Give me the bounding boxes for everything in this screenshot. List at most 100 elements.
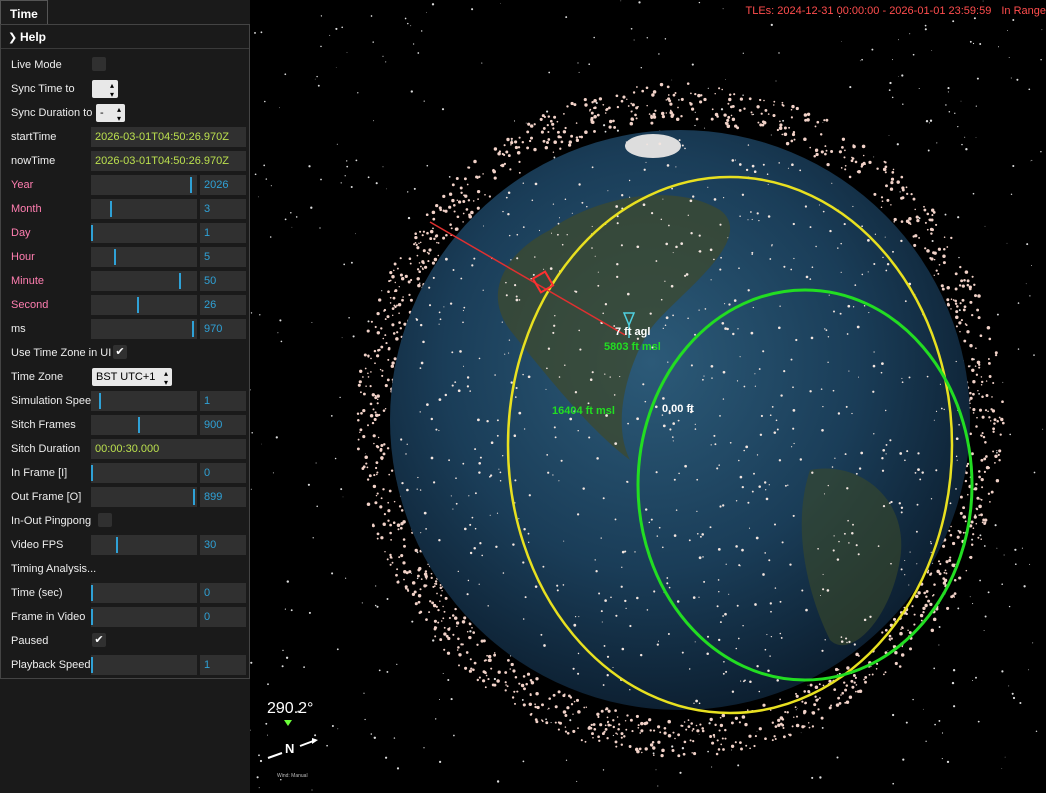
debris-point [970,543,974,546]
in-frame-slider[interactable] [91,463,197,483]
slider-knob[interactable] [91,657,93,673]
debris-point [494,653,496,656]
second-input[interactable]: 26 [200,295,246,315]
debris-point [439,600,441,602]
debris-point [613,125,617,129]
debris-point [695,117,699,121]
debris-point [627,105,630,107]
satellite-point [717,638,721,642]
slider-knob[interactable] [91,609,93,625]
sitch-frames-slider[interactable] [91,415,197,435]
debris-point [482,173,484,175]
debris-point [421,234,424,237]
month-input[interactable]: 3 [200,199,246,219]
slider-knob[interactable] [179,273,181,289]
debris-point [932,594,935,596]
satellite-point [665,316,669,320]
year-input[interactable]: 2026 [200,175,246,195]
debris-point [430,572,433,575]
day-slider[interactable] [91,223,197,243]
help-folder[interactable]: ❯ Help [1,25,249,49]
debris-point [612,119,615,123]
ms-slider[interactable] [91,319,197,339]
slider-knob[interactable] [110,201,112,217]
satellite-point [843,532,846,535]
sitch-frames-input[interactable]: 900 [200,415,246,435]
video-fps-slider[interactable] [91,535,197,555]
debris-point [636,749,640,754]
slider-knob[interactable] [193,489,195,505]
satellite-point [582,487,585,490]
debris-point [687,719,690,721]
video-fps-input[interactable]: 30 [200,535,246,555]
slider-knob[interactable] [137,297,139,313]
slider-knob[interactable] [91,465,93,481]
slider-knob[interactable] [99,393,101,409]
debris-point [418,262,421,264]
time-sec-slider[interactable] [91,583,197,603]
slider-knob[interactable] [138,417,140,433]
slider-knob[interactable] [114,249,116,265]
satellite-point [890,500,893,504]
slider-knob[interactable] [192,321,194,337]
satellite-point [522,373,524,376]
second-slider[interactable] [91,295,197,315]
frame-in-video-input[interactable]: 0 [200,607,246,627]
debris-point [443,610,446,613]
now-time-input[interactable]: 2026-03-01T04:50:26.970Z [91,151,246,171]
in-frame-input[interactable]: 0 [200,463,246,483]
debris-point [443,626,446,629]
simulation-speed-slider[interactable] [91,391,197,411]
in-out-pingpong-checkbox[interactable] [98,513,112,527]
start-time-input[interactable]: 2026-03-01T04:50:26.970Z [91,127,246,147]
use-time-zone-checkbox[interactable]: ✔ [113,345,127,359]
satellite-point [881,362,884,365]
slider-knob[interactable] [91,585,93,601]
debris-point [994,462,996,464]
row-timing-analysis[interactable]: Timing Analysis... [1,557,249,581]
satellite-point [822,588,825,591]
debris-point [975,347,977,350]
slider-knob[interactable] [116,537,118,553]
satellite-point [908,376,911,379]
time-zone-select[interactable]: BST UTC+1 ▴ ▾ [92,368,172,387]
paused-checkbox[interactable]: ✔ [92,633,106,647]
satellite-point [702,378,704,381]
day-input[interactable]: 1 [200,223,246,243]
debris-point [965,569,968,572]
debris-point [374,362,376,365]
satellite-point [694,641,696,643]
playback-speed-slider[interactable] [91,655,197,675]
debris-point [914,234,918,238]
time-sec-input[interactable]: 0 [200,583,246,603]
playback-speed-input[interactable]: 1 [200,655,246,675]
hour-slider[interactable] [91,247,197,267]
satellite-point [916,503,919,506]
satellite-point [739,215,741,218]
debris-point [468,213,471,217]
satellite-point [572,667,575,670]
out-frame-input[interactable]: 899 [200,487,246,507]
frame-in-video-slider[interactable] [91,607,197,627]
sync-duration-select[interactable]: - ▴ ▾ [96,104,125,123]
sync-time-select[interactable]: ▴ ▾ [92,80,118,99]
debris-point [803,137,807,141]
year-slider[interactable] [91,175,197,195]
simulation-speed-input[interactable]: 1 [200,391,246,411]
minute-input[interactable]: 50 [200,271,246,291]
hour-input[interactable]: 5 [200,247,246,267]
tab-time[interactable]: Time [0,0,48,24]
slider-knob[interactable] [190,177,192,193]
minute-slider[interactable] [91,271,197,291]
3d-viewport[interactable]: TLEs: 2024-12-31 00:00:00 - 2026-01-01 2… [250,0,1046,793]
compass-widget[interactable]: 290.2° N Wind: Manual [262,700,342,790]
month-slider[interactable] [91,199,197,219]
live-mode-checkbox[interactable] [92,57,106,71]
debris-point [488,658,492,663]
sitch-duration-input[interactable]: 00:00:30.000 [91,439,246,459]
out-frame-slider[interactable] [91,487,197,507]
timing-analysis-button[interactable]: Timing Analysis... [11,561,96,577]
slider-knob[interactable] [91,225,93,241]
satellite-point [792,222,795,226]
ms-input[interactable]: 970 [200,319,246,339]
